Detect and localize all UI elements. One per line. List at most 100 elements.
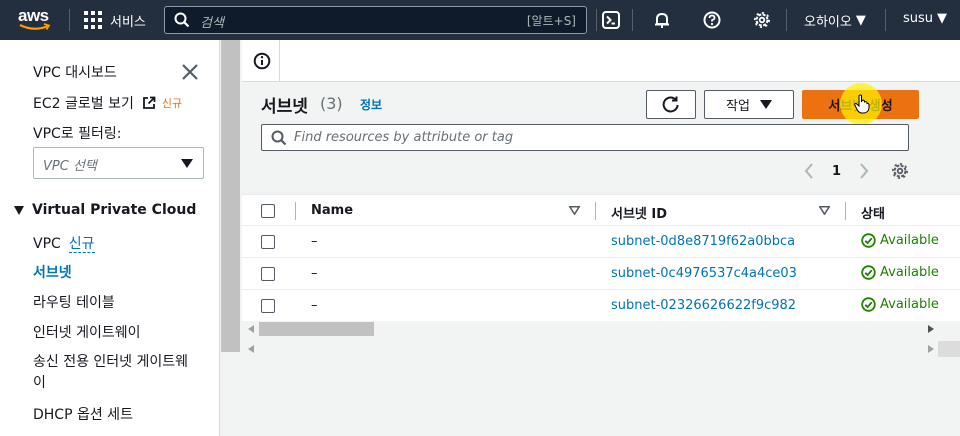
sidebar-item-label: VPC [33, 236, 61, 252]
table-row[interactable]: – subnet-0d8e8719f62a0bbca Available [242, 226, 960, 258]
divider [279, 40, 280, 82]
pagination: 1 [804, 162, 909, 180]
aws-logo[interactable]: aws [18, 6, 54, 34]
services-menu-button[interactable]: 서비스 [84, 9, 146, 31]
actions-button[interactable]: 작업 [704, 90, 794, 119]
region-selector[interactable]: 오하이오 ▼ [804, 11, 866, 30]
sidebar-item-vpc[interactable]: VPC 신규 [33, 233, 95, 253]
help-button[interactable] [702, 10, 722, 30]
notifications-button[interactable] [652, 10, 672, 30]
gear-icon[interactable] [891, 162, 909, 180]
row-checkbox[interactable] [261, 299, 275, 313]
nav-divider [632, 9, 633, 31]
actions-label: 작업 [726, 99, 750, 114]
column-header-status[interactable]: 상태 [861, 203, 885, 222]
subnets-header: 서브넷 (3) 정보 작업 서브넷 생성 Find resources by a… [242, 82, 960, 194]
caret-down-icon: ▼ [855, 13, 866, 28]
sidebar-item-subnets[interactable]: 서브넷 [33, 262, 72, 282]
sidebar-item-egress-only-igw[interactable]: 송신 전용 인터넷 게이트웨이 [33, 352, 193, 394]
scroll-right-arrow-icon[interactable] [928, 345, 934, 353]
caret-down-icon: ▼ [937, 11, 948, 26]
nav-divider [596, 9, 597, 31]
column-header-subnet-id[interactable]: 서브넷 ID [611, 203, 667, 222]
services-label: 서비스 [110, 14, 146, 30]
check-circle-icon [861, 265, 876, 280]
resource-filter-input[interactable]: Find resources by attribute or tag [261, 124, 909, 151]
sidebar-scrollbar[interactable] [220, 40, 242, 436]
page-title: 서브넷 [261, 97, 308, 117]
hand-cursor-icon [854, 94, 870, 114]
nav-divider [786, 9, 787, 31]
caret-down-icon [181, 159, 193, 168]
top-navigation-bar: aws 서비스 검색 [알트+S] 오하이오 ▼ susu ▼ [0, 0, 960, 40]
scrollbar-thumb[interactable] [259, 322, 374, 336]
new-badge: 신규 [68, 236, 95, 253]
sidebar-item-route-tables[interactable]: 라우팅 테이블 [33, 292, 115, 312]
cell-status: Available [861, 233, 939, 248]
empty-content-area [242, 359, 960, 436]
services-grid-icon [84, 11, 102, 29]
sort-caret-icon[interactable] [819, 206, 830, 215]
column-header-name[interactable]: Name [311, 203, 353, 218]
refresh-button[interactable] [646, 90, 696, 119]
page: aws 서비스 검색 [알트+S] 오하이오 ▼ susu ▼ VPC 대시보드… [0, 0, 960, 436]
account-menu[interactable]: susu ▼ [903, 11, 947, 26]
settings-button[interactable] [752, 10, 772, 30]
page-number[interactable]: 1 [832, 164, 841, 179]
table-horizontal-scrollbar[interactable] [242, 321, 960, 337]
cell-name: – [311, 266, 318, 281]
row-checkbox[interactable] [261, 235, 275, 249]
select-all-checkbox[interactable] [261, 204, 275, 218]
table-row[interactable]: – subnet-0c4976537c4a4ce03 Available [242, 258, 960, 290]
section-title: Virtual Private Cloud [32, 202, 197, 218]
sidebar-item-vpc-dashboard[interactable]: VPC 대시보드 [33, 62, 117, 82]
column-divider [845, 202, 846, 220]
status-text: Available [880, 297, 939, 312]
table-row[interactable]: – subnet-02326626622f9c982 Available [242, 290, 960, 322]
cloudshell-button[interactable] [601, 10, 621, 30]
region-label: 오하이오 [804, 15, 852, 30]
row-checkbox[interactable] [261, 267, 275, 281]
global-search-input[interactable]: 검색 [알트+S] [164, 6, 587, 34]
aws-smile-icon [19, 23, 51, 30]
column-divider [295, 202, 296, 220]
check-circle-icon [861, 233, 876, 248]
info-link[interactable]: 정보 [360, 96, 382, 113]
terminal-icon [602, 11, 620, 29]
cell-subnet-id-link[interactable]: subnet-0d8e8719f62a0bbca [611, 234, 795, 249]
cell-subnet-id-link[interactable]: subnet-0c4976537c4a4ce03 [611, 266, 797, 281]
page-horizontal-scrollbar[interactable] [242, 341, 960, 357]
scroll-left-arrow-icon[interactable] [248, 325, 254, 333]
vpc-filter-label: VPC로 필터링: [33, 126, 122, 142]
gear-icon [754, 12, 770, 28]
sidebar-item-ec2-global-view[interactable]: EC2 글로벌 보기 신규 [33, 93, 182, 113]
chevron-right-icon[interactable] [859, 163, 869, 179]
sort-caret-icon[interactable] [569, 206, 580, 215]
sidebar-item-label: EC2 글로벌 보기 [33, 96, 134, 112]
search-placeholder: 검색 [200, 16, 224, 31]
search-icon [271, 130, 287, 146]
scroll-right-arrow-icon[interactable] [928, 325, 934, 333]
info-panel-strip [242, 40, 960, 82]
section-virtual-private-cloud[interactable]: Virtual Private Cloud [14, 202, 196, 218]
new-badge: 신규 [161, 97, 183, 110]
vpc-select-placeholder: VPC 선택 [43, 159, 97, 174]
cell-subnet-id-link[interactable]: subnet-02326626622f9c982 [611, 298, 796, 313]
help-icon [703, 11, 721, 29]
account-label: susu [903, 11, 934, 26]
sidebar: VPC 대시보드 EC2 글로벌 보기 신규 VPC로 필터링: VPC 선택 … [0, 40, 220, 436]
close-icon[interactable] [180, 62, 200, 82]
scroll-left-arrow-icon[interactable] [248, 345, 254, 353]
search-shortcut-hint: [알트+S] [526, 14, 576, 28]
bell-icon [655, 12, 669, 28]
refresh-icon [662, 95, 679, 112]
subnet-count: (3) [320, 94, 343, 113]
cell-status: Available [861, 297, 939, 312]
sidebar-item-dhcp-option-sets[interactable]: DHCP 옵션 세트 [33, 404, 133, 424]
vpc-filter-select[interactable]: VPC 선택 [33, 147, 204, 179]
status-text: Available [880, 233, 939, 248]
sidebar-item-internet-gateways[interactable]: 인터넷 게이트웨이 [33, 322, 141, 342]
scrollbar-thumb[interactable] [221, 40, 240, 352]
chevron-left-icon[interactable] [804, 163, 814, 179]
info-icon[interactable] [253, 52, 271, 70]
